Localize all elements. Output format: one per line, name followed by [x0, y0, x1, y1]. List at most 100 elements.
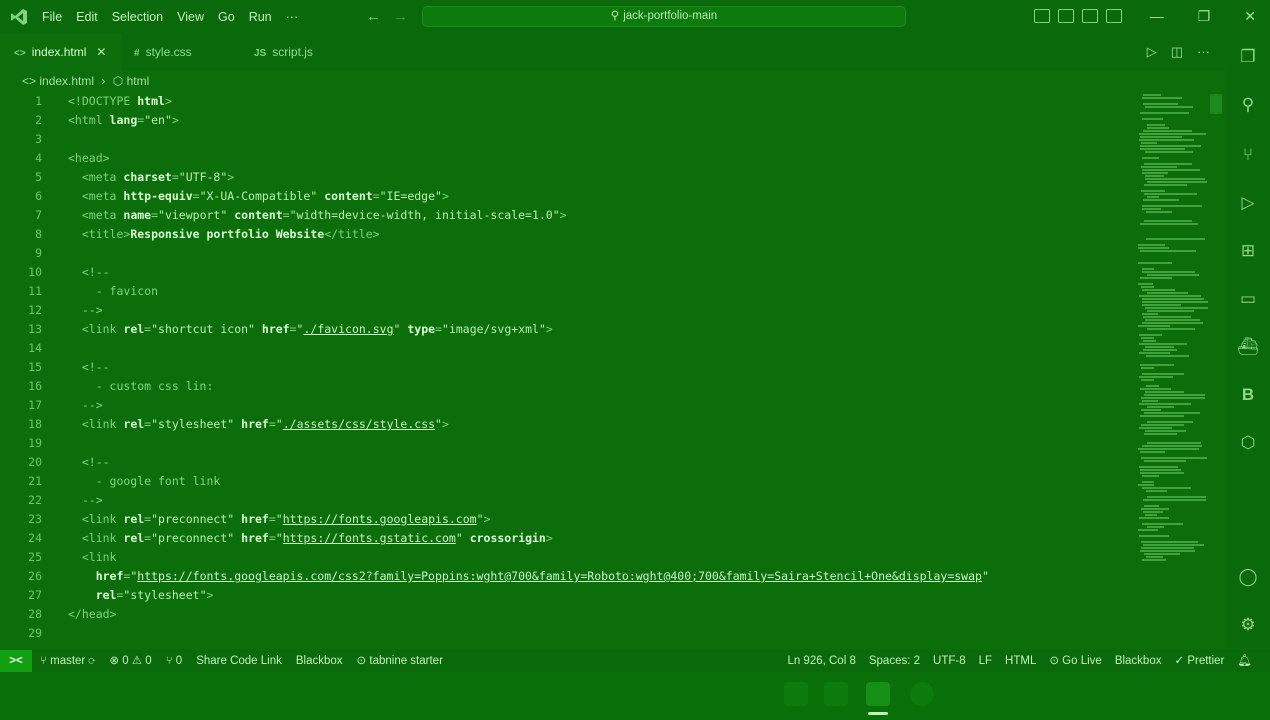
code-line[interactable]: 11 - favicon	[0, 282, 1130, 301]
code-line[interactable]: 20 <!--	[0, 453, 1130, 472]
code-line[interactable]: 21 - google font link	[0, 472, 1130, 491]
menu-more[interactable]: ···	[286, 10, 299, 24]
customize-layout-icon[interactable]	[1106, 9, 1122, 23]
code-line[interactable]: 1 <!DOCTYPE html>	[0, 92, 1130, 111]
minimap-line	[1140, 277, 1172, 279]
line-number: 10	[28, 265, 42, 279]
cursor-position[interactable]: Ln 926, Col 8	[787, 650, 855, 672]
share-code-link[interactable]: Share Code Link	[196, 650, 282, 672]
breadcrumb-symbol[interactable]: html	[127, 74, 150, 88]
more-actions-icon[interactable]: ···	[1197, 44, 1210, 60]
menu-edit[interactable]: Edit	[76, 10, 98, 24]
code-line[interactable]: 26 href="https://fonts.googleapis.com/cs…	[0, 567, 1130, 586]
run-icon[interactable]: ▷	[1147, 44, 1157, 60]
code-line[interactable]: 27 rel="stylesheet">	[0, 586, 1130, 605]
code-line[interactable]: 14	[0, 339, 1130, 358]
split-editor-icon[interactable]: ◫	[1171, 44, 1183, 60]
tab-script-js[interactable]: JS script.js	[254, 34, 364, 70]
toggle-primary-sidebar-icon[interactable]	[1034, 9, 1050, 23]
code-line[interactable]: 23 <link rel="preconnect" href="https://…	[0, 510, 1130, 529]
close-window-icon[interactable]: ✕	[1244, 8, 1256, 25]
toggle-secondary-sidebar-icon[interactable]	[1082, 9, 1098, 23]
menu-run[interactable]: Run	[249, 10, 272, 24]
blackbox-status[interactable]: Blackbox	[296, 650, 343, 672]
search-icon[interactable]: ⚲	[1237, 94, 1259, 116]
minimize-icon[interactable]: —	[1150, 8, 1164, 25]
css-file-icon: #	[134, 48, 140, 59]
toggle-panel-icon[interactable]	[1058, 9, 1074, 23]
taskbar-app-icon[interactable]	[824, 682, 848, 706]
minimap-line	[1140, 223, 1198, 225]
code-line[interactable]: 24 <link rel="preconnect" href="https://…	[0, 529, 1130, 548]
code-line[interactable]: 25 <link	[0, 548, 1130, 567]
blackbox-icon[interactable]: B	[1237, 384, 1259, 406]
code-line[interactable]: 2 <html lang="en">	[0, 111, 1130, 130]
vscode-logo-icon[interactable]	[10, 8, 28, 26]
source-control-icon[interactable]: ⑂	[1237, 144, 1259, 166]
tab-index-html[interactable]: <> index.html ✕	[0, 34, 122, 70]
code-line[interactable]: 7 <meta name="viewport" content="width=d…	[0, 206, 1130, 225]
menu-view[interactable]: View	[177, 10, 204, 24]
code-line[interactable]: 9	[0, 244, 1130, 263]
encoding[interactable]: UTF-8	[933, 650, 966, 672]
problems-item[interactable]: ⊗ 0 ⚠ 0	[109, 650, 151, 672]
extensions-icon[interactable]: ⊞	[1237, 240, 1259, 262]
ports-item[interactable]: ⑂ 0	[166, 650, 183, 672]
command-center-search[interactable]: ⚲ jack-portfolio-main	[422, 6, 906, 27]
code-line[interactable]: 4 <head>	[0, 149, 1130, 168]
code-line[interactable]: 18 <link rel="stylesheet" href="./assets…	[0, 415, 1130, 434]
forward-arrow-icon[interactable]: →	[393, 8, 420, 25]
settings-icon[interactable]: ⚙	[1237, 614, 1259, 636]
taskbar-app-icon[interactable]	[784, 682, 808, 706]
code-line[interactable]: 5 <meta charset="UTF-8">	[0, 168, 1130, 187]
taskbar-vscode-icon[interactable]	[866, 682, 890, 706]
minimap-line	[1145, 514, 1157, 516]
minimap-line	[1143, 349, 1177, 351]
menu-go[interactable]: Go	[218, 10, 235, 24]
tabnine-status[interactable]: ⊙ tabnine starter	[357, 650, 443, 672]
language-mode[interactable]: HTML	[1005, 650, 1036, 672]
minimap[interactable]	[1134, 92, 1210, 648]
minimap-line	[1139, 352, 1170, 354]
menu-selection[interactable]: Selection	[112, 10, 163, 24]
taskbar-app-icon[interactable]	[910, 682, 934, 706]
code-line[interactable]: 17 -->	[0, 396, 1130, 415]
code-line[interactable]: 3	[0, 130, 1130, 149]
indentation[interactable]: Spaces: 2	[869, 650, 920, 672]
explorer-icon[interactable]: ❐	[1237, 46, 1259, 68]
branch-item[interactable]: ⑂ master ⟳	[40, 650, 95, 672]
minimap-line	[1138, 529, 1158, 531]
code-line[interactable]: 15 <!--	[0, 358, 1130, 377]
code-editor[interactable]: 1 <!DOCTYPE html> 2 <html lang="en"> 3 4 <head…	[0, 92, 1130, 648]
notifications-icon[interactable]: 🔔︎	[1237, 650, 1252, 672]
code-line[interactable]: 16 - custom css lin:	[0, 377, 1130, 396]
line-ending[interactable]: LF	[979, 650, 992, 672]
code-line[interactable]: 12 -->	[0, 301, 1130, 320]
code-line[interactable]: 19	[0, 434, 1130, 453]
remote-explorer-icon[interactable]: ▭	[1237, 288, 1259, 310]
code-line[interactable]: 10 <!--	[0, 263, 1130, 282]
code-line[interactable]: 13 <link rel="shortcut icon" href="./fav…	[0, 320, 1130, 339]
go-live[interactable]: ⊙ Go Live	[1049, 650, 1101, 672]
remote-indicator[interactable]: ><	[0, 650, 32, 672]
editor-scrollbar-thumb[interactable]	[1210, 94, 1222, 114]
restore-icon[interactable]: ❐	[1198, 8, 1211, 25]
breadcrumb-file[interactable]: index.html	[39, 74, 94, 88]
close-tab-icon[interactable]: ✕	[96, 45, 106, 59]
code-line[interactable]: 8 <title>Responsive portfolio Website</t…	[0, 225, 1130, 244]
run-debug-icon[interactable]: ▷	[1237, 192, 1259, 214]
code-line[interactable]: 22 -->	[0, 491, 1130, 510]
tab-style-css[interactable]: # style.css	[134, 34, 244, 70]
minimap-line	[1139, 376, 1173, 378]
account-icon[interactable]: ◯	[1237, 566, 1259, 588]
line-number: 25	[28, 550, 42, 564]
blackbox-right[interactable]: Blackbox	[1115, 650, 1162, 672]
code-line[interactable]: 28 </head>	[0, 605, 1130, 624]
back-arrow-icon[interactable]: ←	[366, 8, 393, 25]
menu-file[interactable]: File	[42, 10, 62, 24]
code-line[interactable]: 29	[0, 624, 1130, 643]
code-line[interactable]: 6 <meta http-equiv="X-UA-Compatible" con…	[0, 187, 1130, 206]
live-share-icon[interactable]: ⬡	[1237, 432, 1259, 454]
prettier-status[interactable]: ✓ Prettier	[1174, 650, 1224, 672]
docker-icon[interactable]: ⛴	[1237, 336, 1259, 358]
